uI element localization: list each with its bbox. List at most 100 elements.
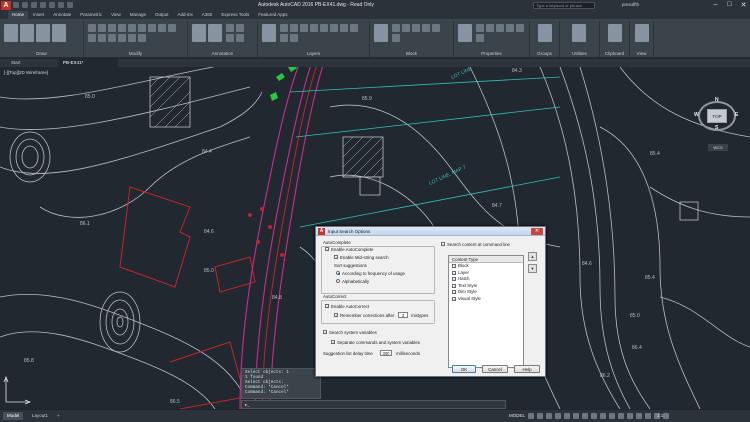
annotation-scale-icon[interactable] — [627, 413, 633, 419]
insert-block-icon[interactable] — [374, 24, 388, 42]
ribbon-tab-annotate[interactable]: Annotate — [49, 11, 75, 19]
ribbon-tab-manage[interactable]: Manage — [126, 11, 150, 19]
panel-label[interactable]: Draw — [0, 51, 83, 56]
sort-alpha-radio[interactable] — [336, 279, 340, 283]
close-icon[interactable]: ✕ — [739, 1, 748, 9]
model-space-toggle[interactable]: MODEL — [509, 413, 525, 418]
viewcube[interactable]: TOP N S E W — [694, 97, 742, 145]
panel-label[interactable]: Clipboard — [600, 51, 629, 56]
tab-start[interactable]: Start — [6, 59, 26, 67]
snap-icon[interactable] — [537, 413, 543, 419]
annotation-icon[interactable] — [609, 413, 615, 419]
mistypes-stepper[interactable]: 3 — [398, 312, 408, 318]
customize-icon[interactable] — [663, 413, 669, 419]
save-as-icon[interactable] — [40, 2, 46, 8]
new-icon[interactable] — [13, 2, 19, 8]
compass-west[interactable]: W — [694, 112, 699, 118]
tab-layout1[interactable]: Layout1 — [28, 412, 52, 420]
ribbon-tab-insert[interactable]: Insert — [29, 11, 48, 19]
help-button[interactable]: Help — [514, 365, 540, 373]
layer-properties-icon[interactable] — [262, 24, 276, 42]
content-type-checkbox[interactable]: ✓ — [452, 283, 456, 288]
polar-icon[interactable] — [555, 413, 561, 419]
delay-input[interactable]: 300 — [380, 350, 392, 356]
content-type-checkbox[interactable]: ✓ — [452, 264, 456, 269]
compass-east[interactable]: E — [735, 112, 738, 118]
content-type-list[interactable]: Content Type ✓ Block ✓ Layer ✓ Hatch ✓ Text … — [448, 255, 524, 368]
undo-icon[interactable] — [58, 2, 64, 8]
measure-icon[interactable] — [572, 24, 586, 42]
viewport-controls-label[interactable]: [-][Top][2D Wireframe] — [4, 70, 48, 75]
autocad-logo-icon[interactable]: A — [1, 1, 11, 10]
remember-corrections-checkbox[interactable]: ✓ — [334, 313, 338, 318]
panel-label[interactable]: Layers — [258, 51, 369, 56]
panel-label[interactable]: Properties — [454, 51, 529, 56]
command-line[interactable]: ▸_ — [241, 400, 506, 409]
lineweight-icon[interactable] — [582, 413, 588, 419]
isolate-icon[interactable] — [636, 413, 642, 419]
dimension-tool-icon[interactable] — [208, 24, 222, 42]
annotation-scale[interactable]: 1:1 — [657, 413, 663, 418]
ortho-icon[interactable] — [546, 413, 552, 419]
move-up-button[interactable]: ▲ — [528, 252, 537, 261]
maximize-icon[interactable]: □ — [725, 1, 734, 9]
selection-cycling-icon[interactable] — [600, 413, 606, 419]
enable-autocomplete-checkbox[interactable]: ✓ — [325, 247, 329, 252]
enable-autocorrect-checkbox[interactable]: ✓ — [325, 304, 329, 309]
grid-icon[interactable] — [528, 413, 534, 419]
dialog-title-bar[interactable]: A Input Search Options ✕ — [316, 227, 545, 236]
circle-tool-icon[interactable] — [36, 24, 50, 42]
ribbon-tab-a360[interactable]: A360 — [198, 11, 217, 19]
content-type-checkbox[interactable]: ✓ — [452, 277, 456, 282]
search-input[interactable]: Type a keyword or phrase — [533, 2, 595, 9]
otrack-icon[interactable] — [573, 413, 579, 419]
arc-tool-icon[interactable] — [52, 24, 66, 42]
content-type-row[interactable]: ✓ Visual Style — [449, 296, 523, 303]
content-type-checkbox[interactable]: ✓ — [452, 270, 456, 275]
command-prompt[interactable]: ▸_ — [245, 402, 250, 408]
midstring-checkbox[interactable]: ✓ — [334, 255, 338, 260]
group-icon[interactable] — [538, 24, 552, 42]
ribbon-tab-parametric[interactable]: Parametric — [76, 11, 106, 19]
transparency-icon[interactable] — [591, 413, 597, 419]
panel-label[interactable]: Annotation — [188, 51, 257, 56]
tab-file[interactable]: PB-EX41* — [58, 59, 118, 67]
ok-button[interactable]: OK — [452, 365, 476, 373]
view-icon[interactable] — [635, 24, 649, 42]
ribbon-tab-view[interactable]: View — [107, 11, 125, 19]
add-layout-button[interactable]: + — [53, 412, 64, 420]
panel-label[interactable]: Groups — [530, 51, 559, 56]
panel-label[interactable]: Block — [370, 51, 453, 56]
polyline-tool-icon[interactable] — [20, 24, 34, 42]
hardware-accel-icon[interactable] — [645, 413, 651, 419]
tab-model[interactable]: Model — [3, 412, 24, 420]
ribbon-tab-add-ins[interactable]: Add-ins — [174, 11, 197, 19]
cancel-button[interactable]: Cancel — [482, 365, 508, 373]
ribbon-tab-output[interactable]: Output — [151, 11, 173, 19]
ribbon-tab-express-tools[interactable]: Express Tools — [217, 11, 253, 19]
ribbon-tab-featured-apps[interactable]: Featured Apps — [254, 11, 291, 19]
panel-label[interactable]: Modify — [84, 51, 187, 56]
line-tool-icon[interactable] — [4, 24, 18, 42]
redo-icon[interactable] — [67, 2, 73, 8]
move-down-button[interactable]: ▼ — [528, 264, 537, 273]
user-signin[interactable]: pmsuffth — [622, 2, 639, 7]
panel-label[interactable]: Utilities — [560, 51, 599, 56]
close-icon[interactable]: ✕ — [531, 228, 543, 235]
content-type-checkbox[interactable]: ✓ — [452, 296, 456, 301]
osnap-icon[interactable] — [564, 413, 570, 419]
compass-south[interactable]: S — [715, 125, 718, 131]
match-properties-icon[interactable] — [458, 24, 472, 42]
sort-frequency-radio[interactable] — [336, 271, 340, 275]
workspace-icon[interactable] — [618, 413, 624, 419]
minimize-icon[interactable]: – — [711, 1, 720, 9]
search-system-variables-checkbox[interactable]: ✓ — [323, 330, 327, 335]
text-tool-icon[interactable] — [192, 24, 206, 42]
panel-label[interactable]: View — [630, 51, 653, 56]
content-type-checkbox[interactable]: ✓ — [452, 290, 456, 295]
compass-north[interactable]: N — [715, 97, 719, 103]
save-icon[interactable] — [31, 2, 37, 8]
search-content-checkbox[interactable]: ✓ — [441, 242, 445, 247]
viewcube-top-face[interactable]: TOP — [707, 109, 727, 123]
ribbon-tab-home[interactable]: Home — [8, 11, 29, 19]
